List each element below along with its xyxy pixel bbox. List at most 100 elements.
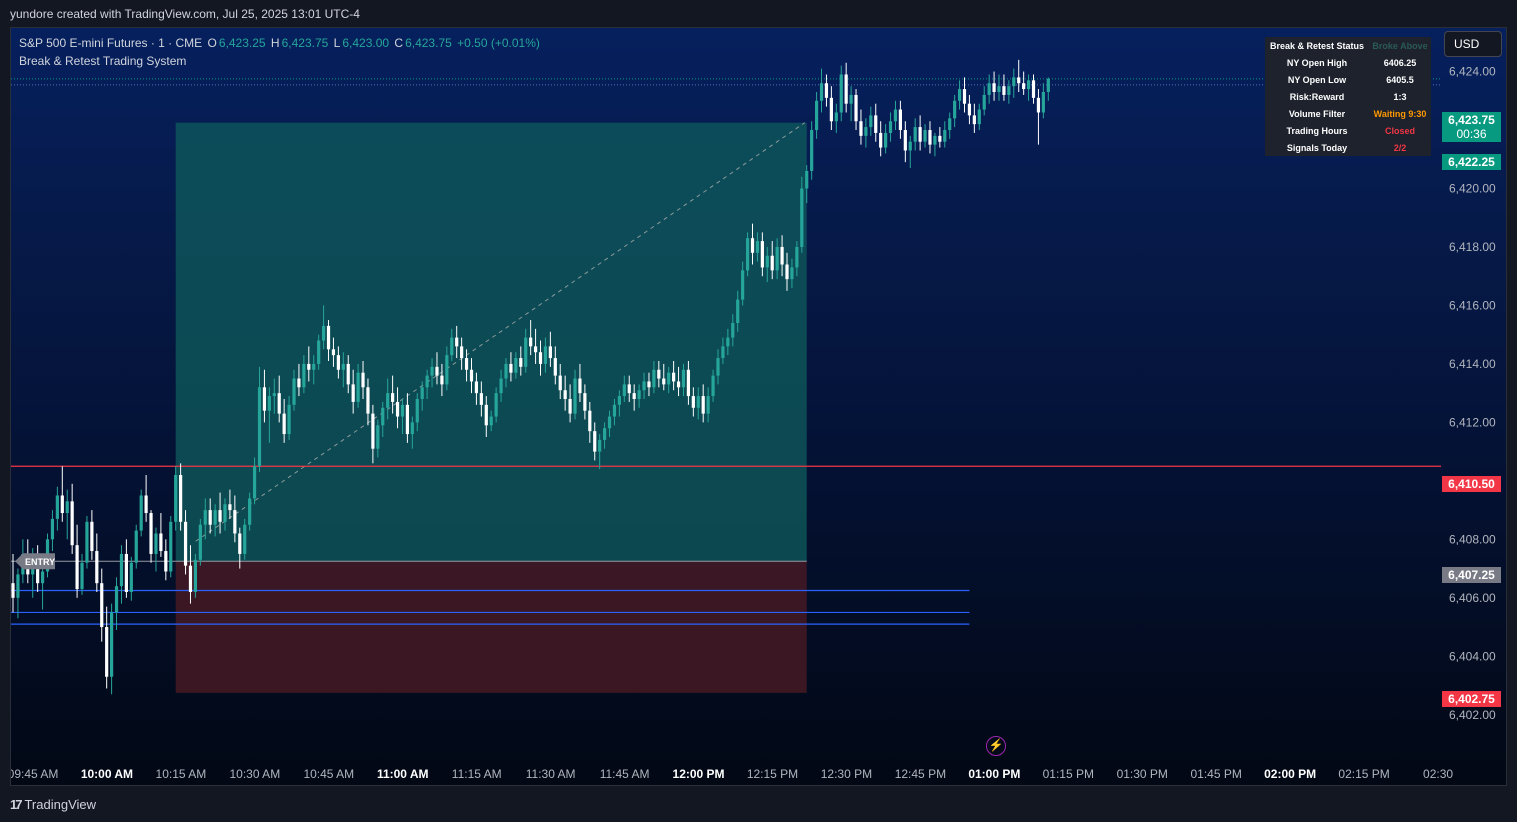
candle-body bbox=[479, 393, 483, 405]
candle-body bbox=[307, 363, 311, 370]
author-caption: yundore created with TradingView.com, Ju… bbox=[10, 7, 360, 21]
candle-body bbox=[80, 562, 84, 590]
high-label: H bbox=[270, 36, 280, 50]
candle-body bbox=[144, 495, 148, 514]
status-row-label: Volume Filter bbox=[1288, 108, 1346, 119]
candle-body bbox=[100, 583, 104, 628]
candle-body bbox=[997, 86, 1001, 93]
candle-body bbox=[726, 337, 730, 347]
y-tick-label: 6,402.00 bbox=[1449, 708, 1496, 722]
candle-body bbox=[40, 571, 45, 584]
candle-body bbox=[105, 627, 109, 677]
candle-body bbox=[351, 384, 355, 402]
candle-body bbox=[114, 586, 119, 613]
chart-pane[interactable]: ENTRY 6,402.00 6,404.00 6,406.00 6,408.00 6,4… bbox=[10, 27, 1507, 786]
tradingview-logo[interactable]: 17 TradingView bbox=[10, 797, 96, 812]
candle-body bbox=[297, 378, 301, 388]
candle-body bbox=[711, 375, 715, 397]
candle-body bbox=[819, 83, 824, 101]
candle-body bbox=[933, 135, 937, 145]
candle-body bbox=[573, 378, 577, 414]
candle-body bbox=[943, 130, 947, 142]
candle-body bbox=[879, 132, 883, 148]
last-price-tag: 6,423.75 00:36 bbox=[1442, 112, 1501, 142]
candle-body bbox=[760, 241, 764, 268]
candle-body bbox=[223, 504, 227, 522]
status-row-value: 6405.5 bbox=[1386, 74, 1414, 85]
status-row: Signals Today 2/2 bbox=[1265, 139, 1431, 156]
candle-body bbox=[957, 89, 962, 101]
status-row-value: 6406.25 bbox=[1383, 57, 1417, 68]
candle-body bbox=[898, 109, 902, 131]
candle-body bbox=[371, 413, 375, 449]
candle-body bbox=[90, 521, 94, 552]
status-row: Trading Hours Closed bbox=[1265, 122, 1431, 139]
currency-button[interactable]: USD bbox=[1444, 31, 1502, 57]
candle-body bbox=[839, 74, 843, 113]
stop-price-tag: 6,402.75 bbox=[1442, 691, 1501, 707]
candle-body bbox=[198, 524, 202, 560]
candle-body bbox=[169, 521, 173, 572]
y-tick-label: 6,414.00 bbox=[1449, 357, 1496, 371]
x-tick-label: 01:30 PM bbox=[1117, 767, 1168, 781]
candle-body bbox=[326, 325, 331, 350]
candle-body bbox=[888, 121, 893, 133]
candle-body bbox=[691, 396, 695, 408]
candle-body bbox=[992, 83, 996, 93]
candle-body bbox=[75, 545, 79, 590]
candle-body bbox=[642, 381, 646, 391]
candle-body bbox=[884, 132, 888, 148]
candle-body bbox=[810, 130, 814, 171]
candle-body bbox=[50, 518, 55, 540]
breakout-price-tag: 6,410.50 bbox=[1442, 476, 1501, 492]
candle-body bbox=[583, 393, 587, 411]
candle-body bbox=[420, 387, 424, 399]
candle-body bbox=[1041, 92, 1045, 113]
candle-body bbox=[1017, 77, 1021, 84]
candle-body bbox=[1026, 80, 1031, 90]
candle-body bbox=[553, 358, 557, 376]
x-tick-label: 12:00 PM bbox=[673, 767, 725, 781]
high-value: 6,423.75 bbox=[281, 36, 329, 50]
candle-body bbox=[982, 94, 986, 110]
candle-body bbox=[302, 363, 306, 388]
candle-body bbox=[218, 510, 222, 522]
symbol-name[interactable]: S&P 500 E-mini Futures · 1 · CME bbox=[19, 36, 202, 50]
candle-body bbox=[440, 375, 444, 385]
candle-body bbox=[60, 495, 64, 514]
x-tick-label: 02:15 PM bbox=[1338, 767, 1389, 781]
candle-body bbox=[874, 115, 878, 133]
status-row-label: NY Open Low bbox=[1287, 74, 1347, 85]
status-row-value: 1:3 bbox=[1393, 91, 1407, 102]
x-tick-label: 09:45 AM bbox=[11, 767, 58, 781]
candle-body bbox=[238, 533, 242, 554]
candle-body bbox=[415, 399, 419, 423]
candle-body bbox=[233, 510, 237, 534]
candle-body bbox=[908, 141, 912, 151]
candle-body bbox=[829, 97, 833, 122]
candle-body bbox=[395, 401, 400, 417]
indicator-name[interactable]: Break & Retest Trading System bbox=[19, 54, 542, 68]
candle-body bbox=[893, 109, 898, 122]
candle-body bbox=[85, 521, 89, 563]
bolt-icon[interactable]: ⚡ bbox=[986, 736, 1006, 756]
candle-body bbox=[977, 109, 981, 125]
candle-body bbox=[558, 375, 562, 391]
candle-body bbox=[598, 439, 602, 452]
y-tick-label: 6,404.00 bbox=[1449, 649, 1496, 663]
candle-body bbox=[755, 241, 760, 253]
candle-body bbox=[967, 103, 972, 116]
candle-body bbox=[361, 372, 365, 388]
candle-body bbox=[859, 121, 863, 136]
candle-body bbox=[805, 170, 809, 189]
candle-body bbox=[770, 255, 774, 271]
candle-body bbox=[405, 404, 409, 435]
x-tick-label: 10:15 AM bbox=[156, 767, 207, 781]
candle-body bbox=[538, 352, 543, 364]
status-row-value: Waiting 9:30 bbox=[1373, 108, 1427, 119]
candle-body bbox=[257, 387, 262, 467]
low-value: 6,423.00 bbox=[342, 36, 390, 50]
candle-body bbox=[765, 255, 769, 268]
last-price-value: 6,423.75 bbox=[1448, 113, 1495, 127]
candle-body bbox=[460, 346, 464, 359]
